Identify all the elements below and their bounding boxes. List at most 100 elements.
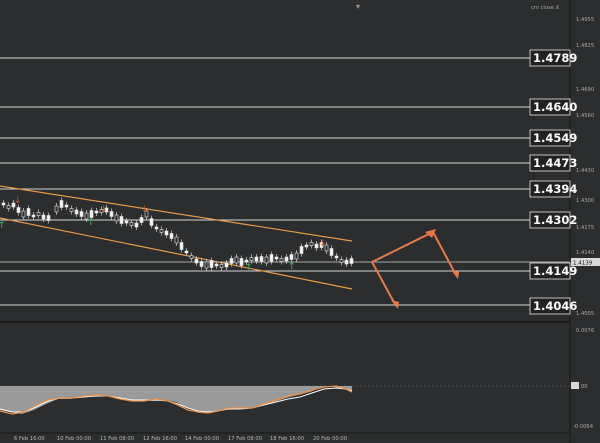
candle-body [294,252,299,260]
level-label: 1.4302 [533,213,577,227]
candle-body [59,200,64,208]
candle-body [194,258,199,264]
candle-body [309,242,314,246]
level-label: 1.4640 [533,100,577,114]
candle-body [154,226,159,230]
candle-body [334,255,339,259]
indicator-label: cm close X [531,5,560,11]
candle-body [114,214,119,222]
sell-arrow-icon: ↓ [100,205,108,215]
level-label: 1.4473 [533,156,577,170]
level-label: 1.4789 [533,51,577,65]
buy-arrow-icon: ↑ [87,218,95,228]
candle-body [41,214,46,220]
candle-body [69,208,74,212]
time-tick: 20 Feb 00:00 [313,436,347,442]
subwindow-zero-box [571,382,579,389]
candle-body [224,262,229,268]
level-label: 1.4046 [533,299,577,313]
price-tick: 1.4690 [576,87,594,93]
candle-body [329,248,334,256]
time-tick: 12 Feb 16:00 [143,436,177,442]
time-tick: 18 Feb 16:00 [270,436,304,442]
time-tick: 11 Feb 08:00 [100,436,134,442]
candle-body [159,229,164,233]
candle-body [219,264,224,268]
price-tick: 1.4140 [576,250,594,256]
candle-body [269,254,274,262]
candle-body [254,256,259,262]
candle-body [134,222,139,228]
candle-body [189,255,194,259]
candle-body [1,202,6,206]
candle-body [31,214,36,218]
candle-body [244,259,249,263]
chart-window[interactable]: ▾ cm close X 1.4789 1.4640 1.4549 1.4473… [0,0,600,443]
candle-body [16,207,21,213]
buy-arrow-icon: ↑ [245,263,253,273]
sell-arrow-icon: ↓ [14,196,22,206]
candle-body [304,244,309,248]
candle-body [6,205,11,209]
candle-body [279,258,284,262]
candle-body [264,256,269,264]
price-tick: 1.4005 [576,311,594,317]
time-tick: 14 Feb 00:00 [185,436,219,442]
sell-arrow-icon: ↓ [319,239,327,249]
candle-body [89,210,94,218]
candle-body [239,258,244,266]
candle-body [79,211,84,217]
candle-body [26,208,31,216]
candle-body [209,260,214,268]
price-tick: 1.4560 [576,113,594,119]
candle-body [36,212,41,216]
candle-body [21,210,26,218]
candle-body [94,210,99,214]
level-label: 1.4394 [533,182,577,196]
candle-body [299,246,304,254]
candle-body [274,256,279,260]
price-tick: 1.4955 [576,17,594,23]
price-tick: 1.4430 [576,168,594,174]
candle-body [119,216,124,224]
time-tick: 17 Feb 08:00 [228,436,262,442]
candle-body [259,256,264,262]
candle-body [344,259,349,265]
level-label: 1.4149 [533,264,577,278]
price-tick: 1.4825 [576,43,594,49]
candle-body [139,217,144,223]
time-tick: 6 Feb 16:00 [14,436,45,442]
time-tick: 10 Feb 00:00 [57,436,91,442]
candle-body [289,254,294,260]
candle-body [64,204,69,208]
level-label: 1.4549 [533,131,577,145]
candle-body [249,257,254,261]
candle-body [204,261,209,269]
candle-body [169,233,174,239]
candle-body [109,211,114,217]
candle-body [149,218,154,226]
candle-body [184,250,189,254]
candle-body [214,263,219,267]
price-tick: 1.4300 [576,198,594,204]
candle-body [174,236,179,244]
candle-body [74,209,79,215]
candle-body [339,259,344,263]
sell-arrow-icon: ↓ [141,205,149,215]
price-tick: 1.4175 [576,225,594,231]
candle-body [314,243,319,249]
subwindow-tick: 0.0076 [576,328,594,334]
window-top-marker-icon: ▾ [356,2,360,11]
candle-body [229,258,234,264]
current-price-label: 1.4139 [573,261,593,267]
buy-arrow-icon: ↑ [0,221,6,231]
candle-body [349,258,354,264]
subwindow-tick: -0.0064 [573,424,594,430]
candle-body [284,256,289,262]
candle-body [124,220,129,224]
candle-body [164,230,169,236]
candle-body [199,261,204,267]
candle-body [54,205,59,213]
candle-body [234,256,239,264]
candle-body [179,242,184,250]
